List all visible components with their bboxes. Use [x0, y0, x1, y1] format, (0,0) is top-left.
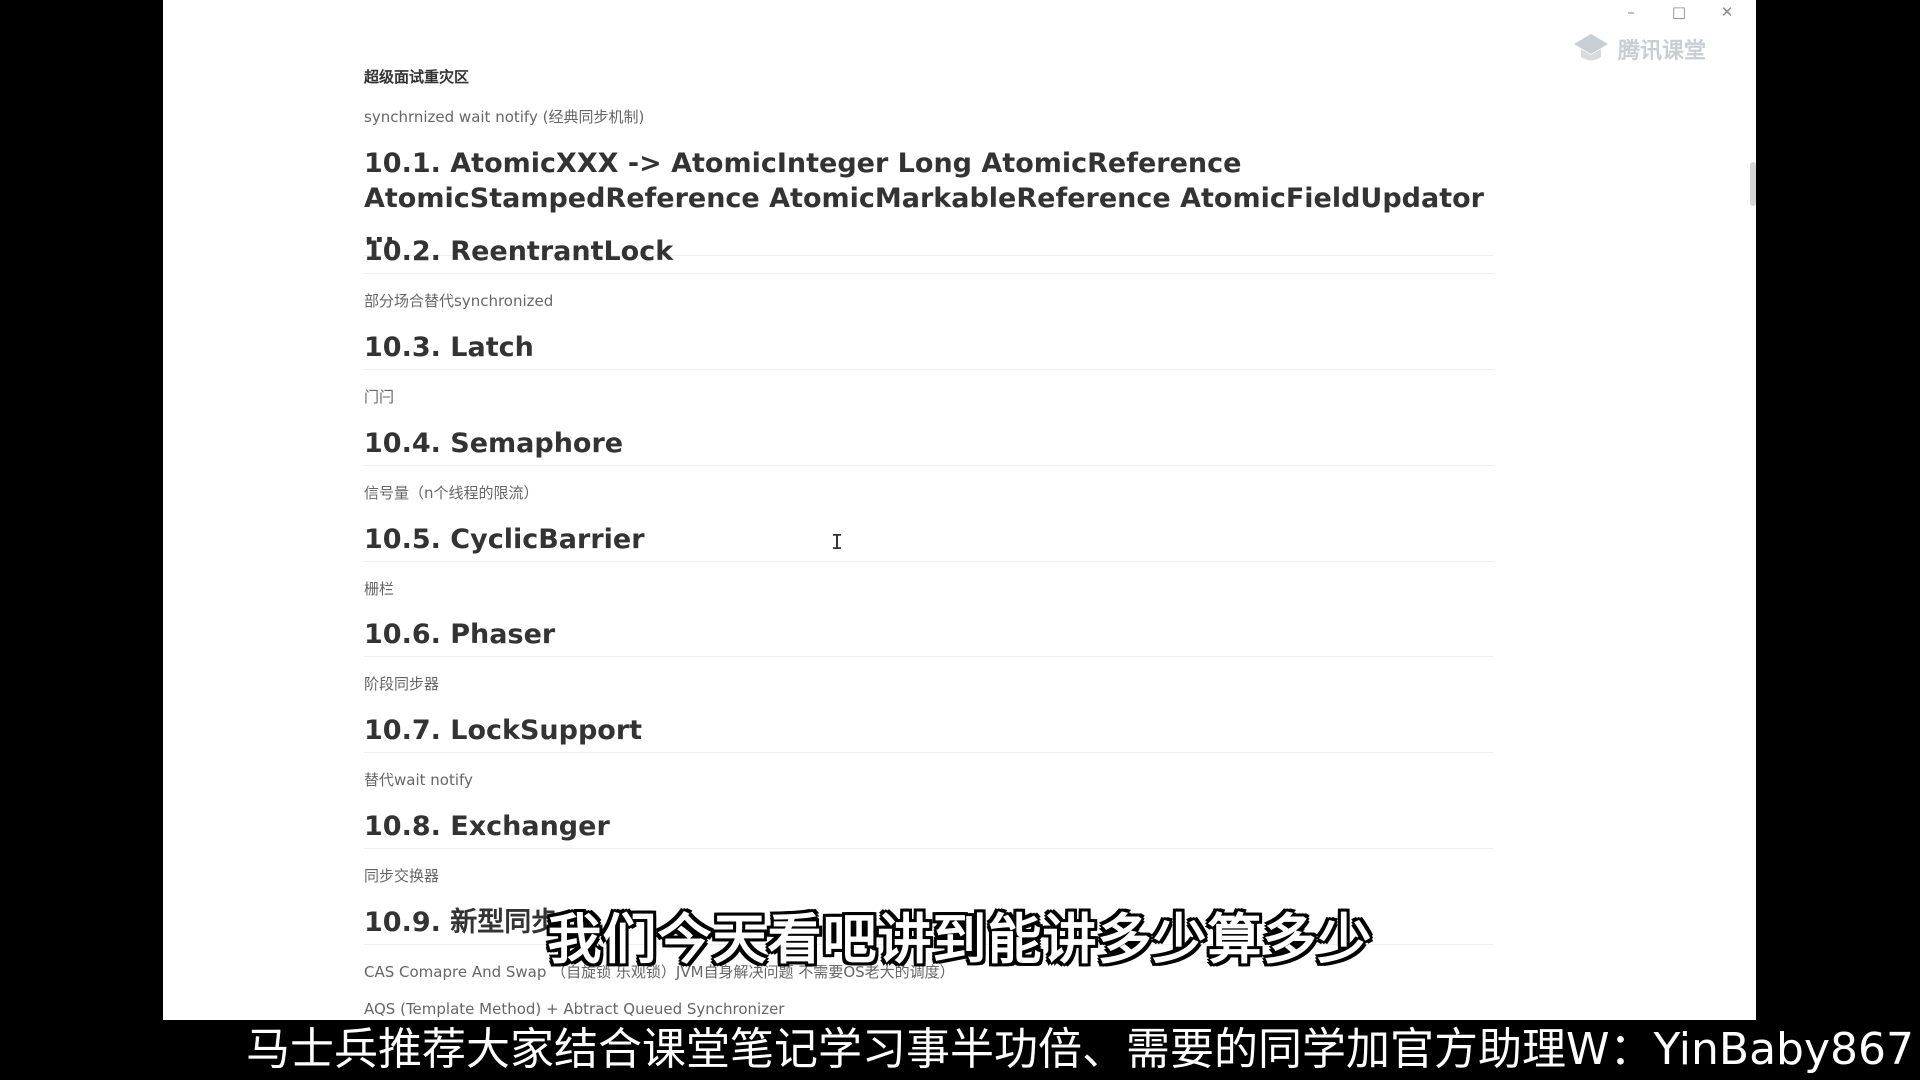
section-heading-10-5: 10.5. CyclicBarrier [364, 522, 1494, 562]
section-heading-10-8: 10.8. Exchanger [364, 809, 1494, 849]
close-button[interactable]: ✕ [1716, 1, 1738, 23]
zone-title: 超级面试重灾区 [364, 68, 470, 86]
section-heading-10-7: 10.7. LockSupport [364, 713, 1494, 753]
tencent-classroom-logo: 腾讯课堂 [1572, 32, 1706, 66]
section-desc-10-4: 信号量（n个线程的限流） [364, 484, 539, 502]
text-cursor-icon: I [831, 530, 844, 554]
section-desc-10-8: 同步交换器 [364, 867, 440, 885]
heading-line-1: 10.1. AtomicXXX -> AtomicInteger Long At… [364, 148, 1242, 179]
section-heading-10-4: 10.4. Semaphore [364, 426, 1494, 466]
scrollbar-thumb[interactable] [1750, 162, 1756, 206]
window-controls: – □ ✕ [1620, 0, 1738, 24]
video-subtitle: 我们今天看吧讲到能讲多少算多少 [547, 908, 1373, 971]
section-heading-10-3: 10.3. Latch [364, 330, 1494, 370]
section-desc-10-5: 栅栏 [364, 580, 395, 598]
section-heading-10-2: 10.2. ReentrantLock [364, 234, 1494, 274]
editor-window: – □ ✕ 腾讯课堂 超级面试重灾区 synchrnized wait noti… [163, 0, 1756, 1020]
promo-banner: 马士兵推荐大家结合课堂笔记学习事半功倍、需要的同学加官方助理W：YinBaby8… [0, 1020, 1920, 1080]
section-desc-10-2: 部分场合替代synchronized [364, 292, 554, 310]
section-desc-10-6: 阶段同步器 [364, 675, 440, 693]
zone-subtitle: synchrnized wait notify (经典同步机制) [364, 108, 645, 126]
section-heading-10-6: 10.6. Phaser [364, 617, 1494, 657]
section-desc-10-3: 门闩 [364, 388, 395, 406]
aqs-line: AQS (Template Method) + Abtract Queued S… [364, 1000, 785, 1018]
section-desc-10-7: 替代wait notify [364, 771, 473, 789]
maximize-button[interactable]: □ [1668, 1, 1690, 23]
minimize-button[interactable]: – [1620, 1, 1642, 23]
logo-icon [1573, 34, 1608, 61]
logo-text: 腾讯课堂 [1617, 39, 1706, 64]
